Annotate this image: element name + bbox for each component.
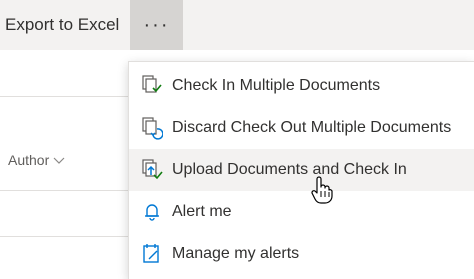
menu-item-check-in-multiple[interactable]: Check In Multiple Documents <box>129 65 474 107</box>
menu-item-upload-check-in[interactable]: Upload Documents and Check In <box>129 149 474 191</box>
menu-item-label: Upload Documents and Check In <box>172 161 407 178</box>
export-to-excel-label: Export to Excel <box>5 15 120 34</box>
menu-item-alert-me[interactable]: Alert me <box>129 191 474 233</box>
menu-item-label: Check In Multiple Documents <box>172 77 381 94</box>
discard-checkout-icon <box>141 116 163 140</box>
more-horizontal-icon: ··· <box>143 13 170 36</box>
author-column-label: Author <box>8 152 50 168</box>
export-to-excel-button[interactable]: Export to Excel <box>5 0 119 50</box>
list-divider <box>0 190 130 191</box>
more-options-button[interactable]: ··· <box>130 0 183 50</box>
command-bar: Export to Excel ··· <box>0 0 474 50</box>
chevron-down-icon <box>53 157 65 164</box>
column-header-author[interactable]: Author <box>8 152 65 168</box>
list-divider <box>0 236 130 237</box>
menu-item-discard-check-out[interactable]: Discard Check Out Multiple Documents <box>129 107 474 149</box>
menu-item-label: Alert me <box>172 203 232 220</box>
bell-icon <box>141 200 163 224</box>
list-divider <box>0 96 130 97</box>
hand-cursor-icon <box>311 176 333 204</box>
menu-item-label: Discard Check Out Multiple Documents <box>172 119 452 136</box>
menu-item-manage-alerts[interactable]: Manage my alerts <box>129 233 474 275</box>
check-in-documents-icon <box>141 74 163 98</box>
more-options-menu: Check In Multiple Documents Discard Chec… <box>128 61 474 279</box>
upload-checkin-icon <box>141 158 163 182</box>
edit-alert-icon <box>141 242 163 266</box>
menu-item-label: Manage my alerts <box>172 245 300 262</box>
